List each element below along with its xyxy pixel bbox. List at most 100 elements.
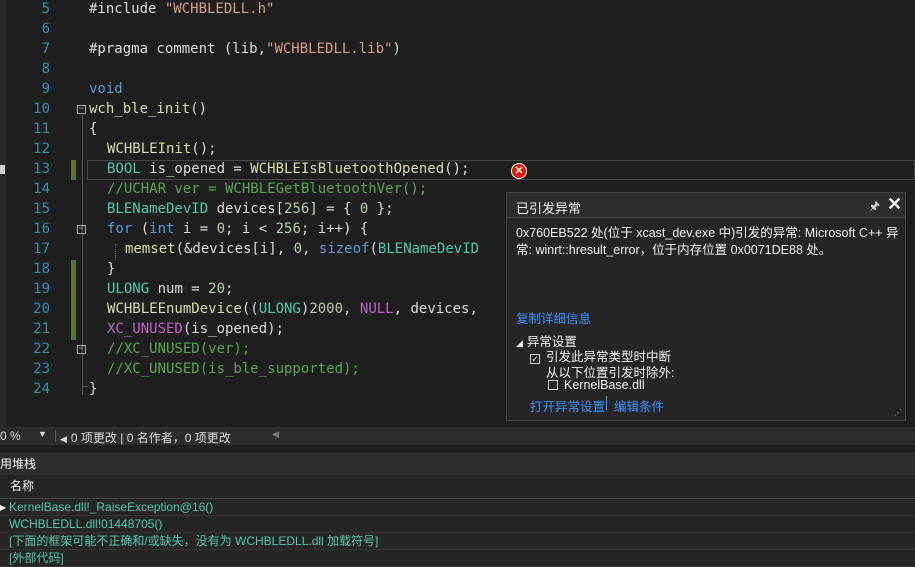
code-token: (&devices[i],: [175, 241, 294, 257]
code-token: #pragma comment (lib,: [89, 41, 267, 57]
code-token: num =: [149, 281, 209, 297]
code-token: ; i <: [225, 221, 276, 237]
code-token: is_opened =: [140, 161, 251, 177]
code-line[interactable]: 5 #include "WCHBLEDLL.h": [0, 0, 915, 20]
close-icon[interactable]: ✕: [887, 194, 902, 215]
call-stack-row[interactable]: [下面的框架可能不正确和/或缺失，没有为 WCHBLEDLL.dll 加载符号]: [0, 533, 915, 550]
line-number: 12: [33, 141, 50, 157]
code-text: memset(&devices[i], 0, sizeof(BLENameDev…: [125, 241, 479, 257]
code-token: BLENameDevID: [377, 241, 480, 257]
line-number: 13: [33, 161, 50, 177]
line-number: 18: [33, 261, 50, 277]
code-token: };: [368, 201, 394, 217]
code-token: "WCHBLEDLL.h": [164, 1, 275, 17]
code-token: NULL: [359, 301, 394, 317]
code-token: ();: [191, 141, 217, 157]
line-number: 5: [41, 1, 50, 17]
line-number: 9: [41, 81, 50, 97]
code-token: ] = {: [309, 201, 360, 217]
code-line[interactable]: 11 {: [0, 120, 915, 140]
line-number: 11: [33, 121, 50, 137]
call-stack-row[interactable]: [外部代码]: [0, 550, 915, 567]
call-stack-row[interactable]: WCHBLEDLL.dll!01448705(): [0, 516, 915, 533]
error-icon[interactable]: ✕: [511, 163, 527, 179]
code-line[interactable]: 12 WCHBLEInit();: [0, 140, 915, 160]
code-token: //XC_UNUSED(is_ble_supported);: [107, 361, 360, 377]
exception-message: 0x760EB522 处(位于 xcast_dev.exe 中)引发的异常: M…: [516, 226, 899, 257]
zoom-level[interactable]: 0 %: [0, 429, 21, 443]
code-line[interactable]: 7 #pragma comment (lib,"WCHBLEDLL.lib"): [0, 40, 915, 60]
code-token: memset: [125, 241, 176, 257]
code-line[interactable]: 10 wch_ble_init(): [0, 100, 915, 120]
open-exception-settings-link[interactable]: 打开异常设置: [530, 396, 605, 415]
copy-details-link[interactable]: 复制详细信息: [516, 308, 591, 327]
code-text: //XC_UNUSED(is_ble_supported);: [107, 361, 360, 377]
exception-header: 已引发异常 🖈 ✕: [507, 193, 905, 218]
code-token: void: [89, 81, 123, 97]
code-text: {: [89, 121, 97, 137]
zoom-dropdown-icon[interactable]: ▼: [38, 429, 47, 439]
code-token: WCHBLEEnumDevice: [107, 301, 242, 317]
code-text: for (int i = 0; i < 256; i++) {: [107, 221, 368, 237]
code-line[interactable]: 13 BOOL is_opened = WCHBLEIsBluetoothOpen…: [0, 160, 915, 180]
code-token: WCHBLEInit: [107, 141, 192, 157]
code-token: 256: [275, 221, 301, 237]
codelens-changes[interactable]: ◀ 0 项更改 | 0 名作者，0 项更改: [60, 429, 231, 446]
code-token: ,: [302, 241, 319, 257]
changes-text: 0 项更改 | 0 名作者，0 项更改: [70, 431, 231, 445]
line-number: 14: [33, 181, 50, 197]
code-line[interactable]: 9 void: [0, 80, 915, 100]
code-text: }: [89, 381, 97, 397]
line-number: 7: [41, 41, 50, 57]
line-number: 10: [33, 101, 50, 117]
resize-grip-icon[interactable]: ⋰: [894, 408, 902, 417]
code-token: {: [89, 121, 98, 137]
collapse-comment-toggle[interactable]: −: [77, 345, 86, 354]
call-stack-row[interactable]: ▶ KernelBase.dll!_RaiseException@16(): [0, 499, 915, 516]
frame-name: KernelBase.dll!_RaiseException@16(): [9, 500, 214, 514]
module-exception-row[interactable]: KernelBase.dll: [548, 378, 645, 392]
module-exception-checkbox[interactable]: [548, 380, 558, 390]
column-header[interactable]: 名称: [0, 475, 915, 499]
code-text: BLENameDevID devices[256] = { 0 };: [107, 201, 394, 217]
code-token: 0: [293, 241, 303, 257]
code-token: (is_opened);: [182, 321, 285, 337]
collapse-function-toggle[interactable]: −: [77, 105, 86, 114]
panel-gap: [0, 445, 915, 453]
code-token: ULONG: [107, 281, 150, 297]
line-number: 8: [41, 61, 50, 77]
code-token: WCHBLEIsBluetoothOpened: [250, 161, 445, 177]
code-token: (: [132, 221, 150, 237]
code-token: BLENameDevID: [107, 201, 209, 217]
code-text: //XC_UNUSED(ver);: [107, 341, 250, 357]
pin-icon[interactable]: 🖈: [869, 197, 880, 218]
scroll-left-icon[interactable]: ◀: [272, 429, 279, 440]
indent-guide-for: [115, 244, 116, 260]
code-token: (): [190, 101, 208, 117]
outline-guide-end: [82, 386, 88, 387]
code-token: 256: [284, 201, 310, 217]
code-token: int: [149, 221, 175, 237]
code-token: ;: [225, 281, 234, 297]
call-stack-panel: 用堆栈 名称 ▶ KernelBase.dll!_RaiseException@1…: [0, 453, 915, 567]
collapse-for-toggle[interactable]: −: [77, 225, 86, 234]
code-token: ULONG: [258, 301, 301, 317]
line-number: 15: [33, 201, 50, 217]
code-token: }: [89, 381, 98, 397]
code-token: #include: [89, 1, 165, 17]
code-text: ULONG num = 20;: [107, 281, 233, 297]
frame-name: [下面的框架可能不正确和/或缺失，没有为 WCHBLEDLL.dll 加载符号]: [9, 534, 379, 548]
code-token: i =: [174, 221, 217, 237]
change-marker: [71, 300, 76, 320]
code-line[interactable]: 8: [0, 60, 915, 80]
code-line[interactable]: 6: [0, 20, 915, 40]
code-token: , devices,: [393, 301, 478, 317]
expand-triangle-icon[interactable]: ◢: [516, 338, 523, 349]
line-number: 16: [33, 221, 50, 237]
code-token: ();: [444, 161, 470, 177]
break-when-thrown-checkbox[interactable]: ✓: [530, 354, 540, 364]
edit-conditions-link[interactable]: 编辑条件: [614, 396, 664, 415]
change-marker: [71, 320, 76, 340]
line-number: 24: [33, 381, 50, 397]
exception-helper-popup: 已引发异常 🖈 ✕ 0x760EB522 处(位于 xcast_dev.exe …: [506, 192, 906, 421]
